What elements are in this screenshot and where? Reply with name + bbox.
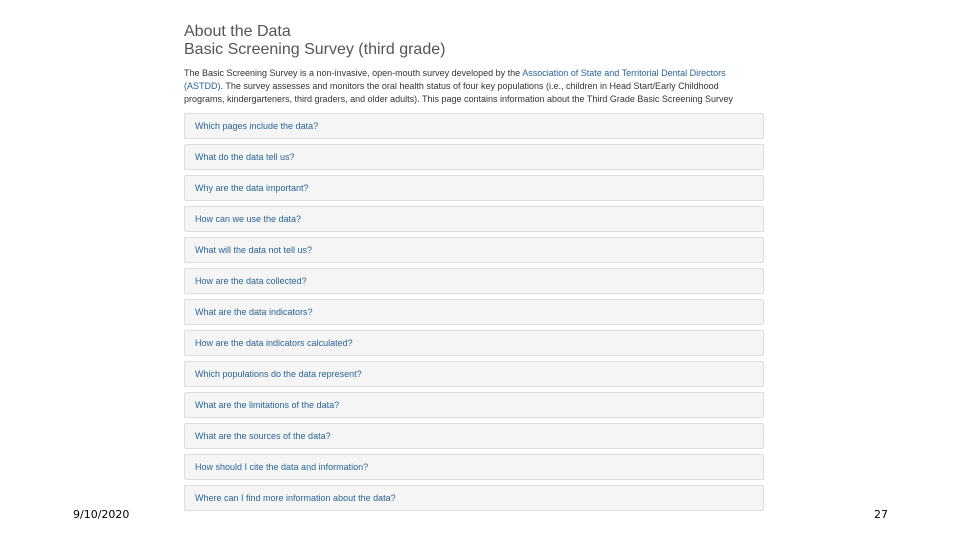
accordion-item-how-use[interactable]: How can we use the data? xyxy=(184,206,764,232)
accordion-item-label: Where can I find more information about … xyxy=(195,493,396,503)
accordion-item-cite[interactable]: How should I cite the data and informati… xyxy=(184,454,764,480)
accordion-item-label: How are the data collected? xyxy=(195,276,307,286)
accordion-item-label: What are the limitations of the data? xyxy=(195,400,340,410)
page-title: About the Data xyxy=(184,23,291,40)
accordion-item-how-collected[interactable]: How are the data collected? xyxy=(184,268,764,294)
accordion-item-which-pages[interactable]: Which pages include the data? xyxy=(184,113,764,139)
accordion-item-label: What are the sources of the data? xyxy=(195,431,331,441)
page-subtitle: Basic Screening Survey (third grade) xyxy=(184,41,446,58)
screenshot-panel: About the Data Basic Screening Survey (t… xyxy=(176,0,776,514)
accordion-item-what-data-tell[interactable]: What do the data tell us? xyxy=(184,144,764,170)
intro-text-start: The Basic Screening Survey is a non-inva… xyxy=(184,68,523,78)
accordion-item-indicators-calculated[interactable]: How are the data indicators calculated? xyxy=(184,330,764,356)
accordion-item-more-info[interactable]: Where can I find more information about … xyxy=(184,485,764,511)
accordion-item-why-important[interactable]: Why are the data important? xyxy=(184,175,764,201)
slide-date: 9/10/2020 xyxy=(73,508,130,521)
accordion-item-sources[interactable]: What are the sources of the data? xyxy=(184,423,764,449)
accordion-item-indicators[interactable]: What are the data indicators? xyxy=(184,299,764,325)
accordion-item-label: How should I cite the data and informati… xyxy=(195,462,369,472)
accordion-item-label: Why are the data important? xyxy=(195,183,309,193)
intro-text-end: . The survey assesses and monitors the o… xyxy=(184,81,733,104)
accordion-item-populations[interactable]: Which populations do the data represent? xyxy=(184,361,764,387)
accordion-item-label: What will the data not tell us? xyxy=(195,245,313,255)
accordion-item-label: What do the data tell us? xyxy=(195,152,295,162)
accordion-item-limitations[interactable]: What are the limitations of the data? xyxy=(184,392,764,418)
accordion-item-label: How can we use the data? xyxy=(195,214,302,224)
accordion-item-not-tell[interactable]: What will the data not tell us? xyxy=(184,237,764,263)
slide-page-number: 27 xyxy=(874,508,888,521)
accordion-item-label: Which populations do the data represent? xyxy=(195,369,362,379)
faq-accordion: Which pages include the data? What do th… xyxy=(184,113,764,514)
intro-paragraph: The Basic Screening Survey is a non-inva… xyxy=(184,67,760,105)
accordion-item-label: Which pages include the data? xyxy=(195,121,319,131)
accordion-item-label: How are the data indicators calculated? xyxy=(195,338,353,348)
accordion-item-label: What are the data indicators? xyxy=(195,307,313,317)
